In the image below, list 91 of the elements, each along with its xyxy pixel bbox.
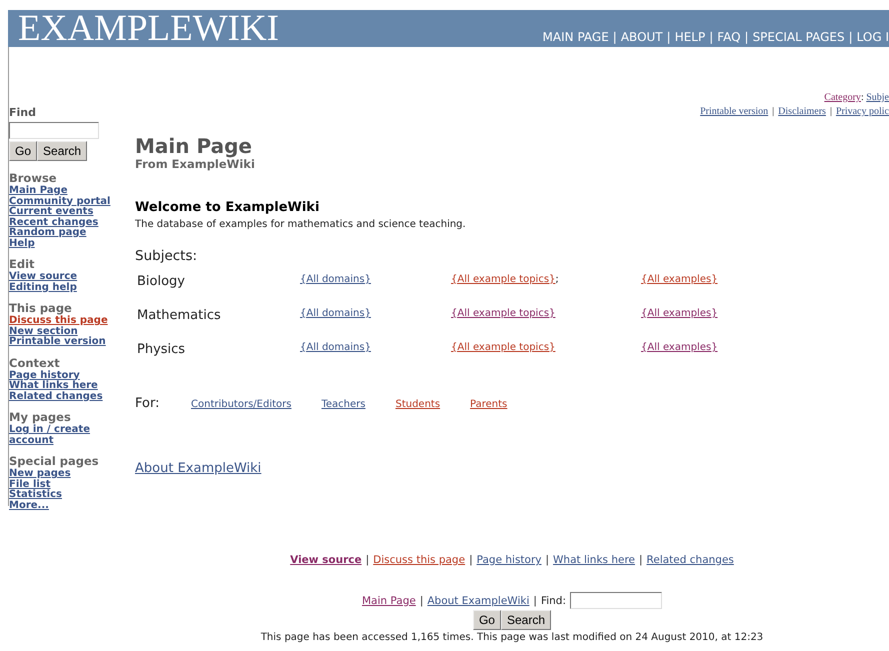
sidebar-heading: My pages bbox=[9, 410, 72, 424]
label: Find: bbox=[540, 594, 566, 606]
link[interactable]: Discuss this page bbox=[373, 554, 466, 566]
sidebar-heading: Context bbox=[9, 356, 61, 370]
nav-link[interactable]: MAIN PAGE bbox=[542, 30, 609, 44]
sidebar-heading: Edit bbox=[9, 257, 36, 271]
label: ; bbox=[555, 274, 559, 285]
separator: | bbox=[366, 554, 370, 566]
subject-name: Physics bbox=[137, 342, 186, 357]
separator: | bbox=[744, 30, 749, 44]
separator: | bbox=[666, 30, 671, 44]
search-field[interactable] bbox=[570, 592, 662, 609]
description: The database of examples for mathematics and science teaching. bbox=[135, 219, 467, 230]
sidebar-link[interactable]: Related changes bbox=[9, 392, 121, 402]
search-field[interactable] bbox=[9, 122, 99, 139]
link[interactable]: Main Page bbox=[362, 594, 416, 606]
link[interactable]: Privacy polic bbox=[836, 106, 889, 117]
sidebar-link[interactable]: Editing help bbox=[9, 282, 121, 293]
separator: | bbox=[469, 554, 473, 566]
link[interactable]: {All domains} bbox=[300, 342, 371, 353]
search-button[interactable]: Search bbox=[500, 610, 552, 630]
label: : bbox=[860, 92, 864, 103]
nav-link[interactable]: FAQ bbox=[717, 30, 741, 44]
separator: | bbox=[848, 30, 853, 44]
sidebar-link[interactable]: Random page bbox=[9, 228, 121, 238]
link[interactable]: {All domains} bbox=[300, 274, 371, 285]
subjects-label: Subjects: bbox=[135, 248, 198, 264]
about-link[interactable]: About ExampleWiki bbox=[135, 461, 262, 476]
separator: | bbox=[830, 106, 832, 117]
link[interactable]: {All examples} bbox=[641, 308, 718, 319]
link[interactable]: View source bbox=[290, 554, 362, 566]
for-label: For: bbox=[135, 396, 160, 411]
sidebar-link[interactable]: Community portal bbox=[9, 196, 121, 207]
link[interactable]: {All example topics} bbox=[451, 308, 556, 319]
sidebar-link[interactable]: What links here bbox=[9, 381, 121, 392]
link[interactable]: Disclaimers bbox=[778, 106, 826, 117]
go-button[interactable]: Go bbox=[472, 610, 501, 630]
separator: | bbox=[772, 106, 774, 117]
nav-link[interactable]: ABOUT bbox=[620, 30, 663, 44]
sidebar-link[interactable]: Discuss this page bbox=[9, 316, 121, 326]
link[interactable]: Students bbox=[395, 399, 440, 410]
sidebar-link[interactable]: More... bbox=[9, 500, 121, 511]
nav-link[interactable]: HELP bbox=[674, 30, 706, 44]
link[interactable]: {All examples} bbox=[641, 274, 718, 285]
sidebar-link[interactable]: Recent changes bbox=[9, 218, 121, 228]
subject-name: Mathematics bbox=[137, 308, 222, 323]
subject-name: Biology bbox=[137, 274, 186, 289]
page-subtitle: From ExampleWiki bbox=[135, 157, 256, 171]
nav-link[interactable]: SPECIAL PAGES bbox=[752, 30, 845, 44]
link[interactable]: {All example topics} bbox=[451, 274, 556, 285]
go-button[interactable]: Go bbox=[9, 141, 38, 161]
link[interactable]: Category bbox=[824, 92, 861, 103]
link[interactable]: Parents bbox=[470, 399, 508, 410]
sidebar-link[interactable]: Page history bbox=[9, 370, 121, 381]
separator: | bbox=[533, 594, 537, 606]
separator: | bbox=[545, 554, 550, 566]
sidebar-link[interactable]: File list bbox=[9, 480, 121, 490]
separator: | bbox=[639, 554, 643, 566]
link[interactable]: Page history bbox=[476, 554, 542, 566]
page-title: Main Page bbox=[135, 135, 253, 157]
link[interactable]: {All domains} bbox=[300, 308, 371, 319]
search-button[interactable]: Search bbox=[37, 141, 88, 161]
link[interactable]: Printable version bbox=[700, 106, 768, 117]
find-label: Find bbox=[9, 106, 37, 119]
link[interactable]: What links here bbox=[553, 554, 635, 566]
link[interactable]: Subje bbox=[866, 92, 889, 103]
nav-link[interactable]: LOG I bbox=[856, 30, 889, 44]
link[interactable]: Related changes bbox=[646, 554, 734, 566]
link[interactable]: Contributors/Editors bbox=[191, 399, 292, 410]
sidebar-link[interactable]: View source bbox=[9, 272, 121, 282]
sidebar-heading: Browse bbox=[9, 171, 58, 185]
sidebar-link[interactable]: New section bbox=[9, 326, 121, 337]
sidebar-link[interactable]: Statistics bbox=[9, 490, 121, 500]
section-heading: Welcome to ExampleWiki bbox=[135, 200, 320, 215]
site-logo[interactable]: EXAMPLEWIKI bbox=[8, 10, 280, 47]
sidebar-link[interactable]: Printable version bbox=[9, 337, 121, 348]
sidebar-link[interactable]: Log in / create account bbox=[9, 425, 121, 446]
separator: | bbox=[420, 594, 424, 606]
sidebar-link[interactable]: Current events bbox=[9, 207, 121, 218]
link[interactable]: {All example topics} bbox=[451, 342, 556, 353]
link[interactable]: Teachers bbox=[321, 399, 366, 410]
sidebar-heading: This page bbox=[9, 301, 73, 315]
separator: | bbox=[612, 30, 617, 44]
link[interactable]: {All examples} bbox=[641, 342, 718, 353]
link[interactable]: About ExampleWiki bbox=[427, 594, 530, 606]
separator: | bbox=[709, 30, 714, 44]
sidebar-link[interactable]: Main Page bbox=[9, 186, 121, 196]
sidebar-heading: Special pages bbox=[9, 454, 100, 468]
page-stats: This page has been accessed 1,165 times. This page was last modified on 24 August 2010, at 12:23 bbox=[260, 632, 764, 643]
sidebar-link[interactable]: Help bbox=[9, 238, 121, 249]
sidebar-link[interactable]: New pages bbox=[9, 469, 121, 480]
